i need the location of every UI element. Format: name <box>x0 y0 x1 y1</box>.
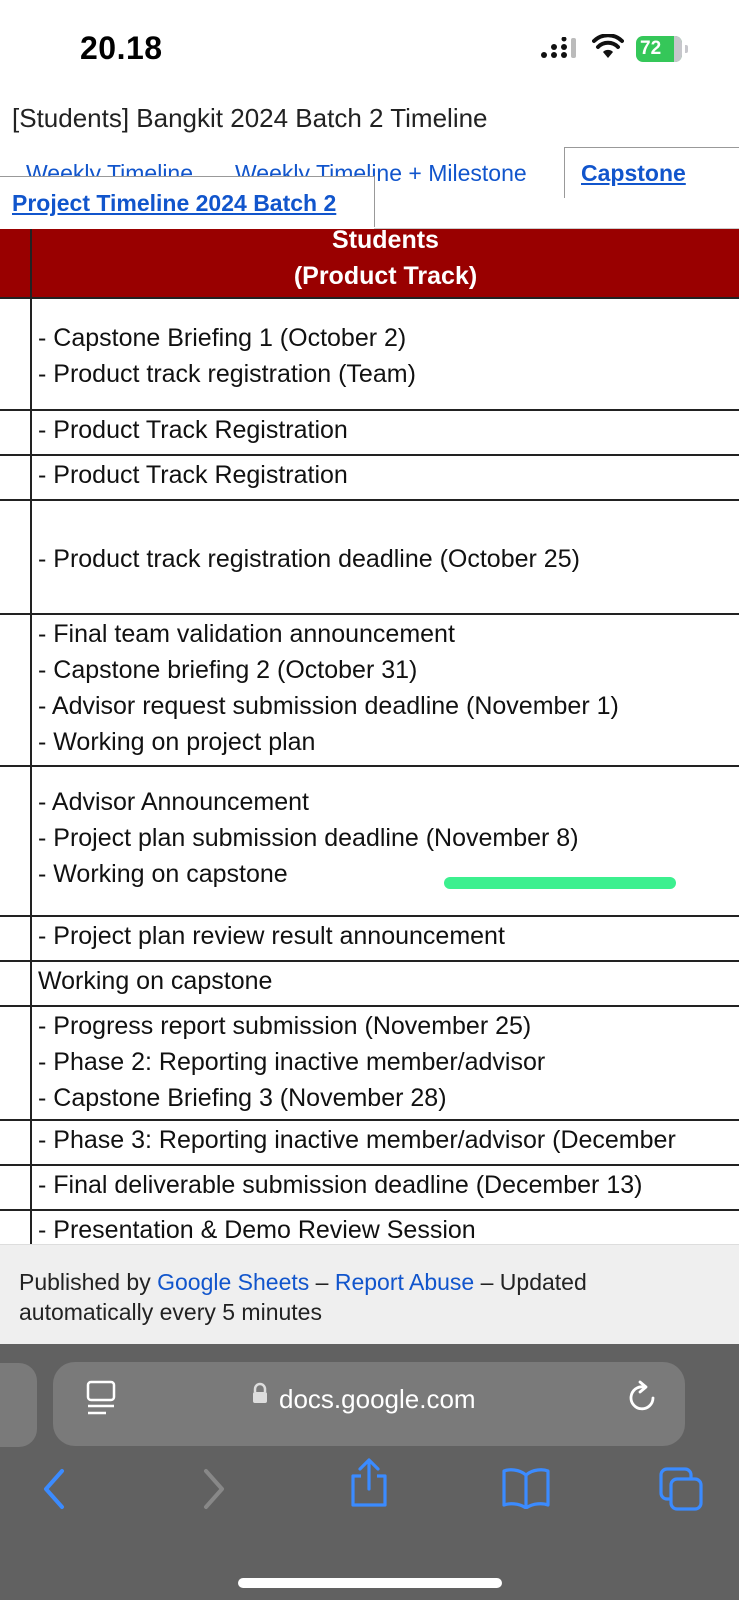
timeline-entry: - Advisor Announcement <box>38 788 309 816</box>
page-menu-icon[interactable] <box>86 1380 116 1416</box>
timeline-cell: - Product Track Registration <box>38 457 739 493</box>
row-label-cell <box>0 962 32 1005</box>
row-label-cell <box>0 501 32 613</box>
timeline-entry: - Product Track Registration <box>38 416 348 444</box>
timeline-cell: - Product track registration deadline (O… <box>38 541 739 577</box>
timeline-cell: - Advisor Announcement - Project plan sub… <box>38 784 739 892</box>
timeline-entry: - Capstone Briefing 1 (October 2) <box>38 324 407 352</box>
timeline-table: Students (Product Track) - Capstone Brie… <box>0 229 739 1244</box>
timeline-cell: - Presentation & Demo Review Session <box>38 1212 739 1244</box>
timeline-cell: - Progress report submission (November 2… <box>38 1008 739 1116</box>
previous-tab-preview[interactable] <box>0 1363 37 1447</box>
row-label-cell <box>0 615 32 765</box>
sheet-tabs: Weekly Timeline Weekly Timeline + Milest… <box>0 142 739 230</box>
table-row: - Product Track Registration <box>0 411 739 456</box>
table-row: - Advisor Announcement - Project plan sub… <box>0 767 739 917</box>
table-row: - Product Track Registration <box>0 456 739 501</box>
row-label-cell <box>0 1211 32 1244</box>
document-title: [Students] Bangkit 2024 Batch 2 Timeline <box>12 103 488 133</box>
back-icon[interactable] <box>40 1467 70 1511</box>
row-label-cell <box>0 1121 32 1164</box>
timeline-entry: - Project plan submission deadline (Nove… <box>38 824 579 852</box>
battery-level: 72 <box>640 38 662 59</box>
row-label-cell <box>0 1166 32 1209</box>
clock: 20.18 <box>80 30 163 66</box>
timeline-entry: - Progress report submission (November 2… <box>38 1012 532 1040</box>
timeline-cell: - Final team validation announcement - Ca… <box>38 616 739 760</box>
row-label-cell <box>0 917 32 960</box>
timeline-entry: - Project plan review result announcemen… <box>38 922 505 950</box>
row-label-cell <box>0 297 32 409</box>
row-label-cell <box>0 411 32 454</box>
timeline-entry: - Final deliverable submission deadline … <box>38 1171 643 1199</box>
browser-toolbar: docs.google.com <box>0 1344 739 1600</box>
timeline-cell: - Phase 3: Reporting inactive member/adv… <box>38 1122 739 1158</box>
row-label-cell <box>0 767 32 915</box>
timeline-entry: Working on capstone <box>38 967 273 995</box>
bookmarks-icon[interactable] <box>501 1467 551 1509</box>
battery-icon: 72 <box>636 36 688 62</box>
table-row: - Product track registration deadline (O… <box>0 501 739 615</box>
published-footer: Published by Google Sheets – Report Abus… <box>0 1244 739 1345</box>
wifi-icon <box>592 34 624 58</box>
share-icon[interactable] <box>348 1458 390 1508</box>
table-row: - Progress report submission (November 2… <box>0 1007 739 1121</box>
timeline-entry: - Product track registration (Team) <box>38 360 416 388</box>
table-row: - Capstone Briefing 1 (October 2) - Produ… <box>0 297 739 411</box>
table-row: - Project plan review result announcemen… <box>0 917 739 962</box>
timeline-entry: - Presentation & Demo Review Session <box>38 1216 476 1244</box>
timeline-cell: - Product Track Registration <box>38 412 739 448</box>
timeline-entry: - Working on project plan <box>38 728 316 756</box>
timeline-entry: - Capstone Briefing 3 (November 28) <box>38 1084 447 1112</box>
timeline-cell: Working on capstone <box>38 963 739 999</box>
cellular-signal-icon <box>541 37 576 58</box>
row-label-cell <box>0 456 32 499</box>
url-text[interactable]: docs.google.com <box>279 1384 476 1415</box>
lock-icon <box>253 1382 267 1403</box>
tabs-icon[interactable] <box>659 1467 705 1513</box>
highlighter-mark <box>444 877 676 889</box>
status-bar: 20.18 72 <box>0 0 739 100</box>
table-header: Students (Product Track) <box>0 229 739 299</box>
timeline-entry: - Advisor request submission deadline (N… <box>38 692 619 720</box>
google-sheets-link[interactable]: Google Sheets <box>157 1269 309 1295</box>
tab-capstone-project-timeline[interactable]: Capstone <box>581 160 686 187</box>
timeline-cell: - Capstone Briefing 1 (October 2) - Produ… <box>38 320 739 392</box>
table-row: - Final team validation announcement - Ca… <box>0 615 739 767</box>
row-label-cell <box>0 1007 32 1119</box>
tab-capstone-project-timeline-continued[interactable]: Project Timeline 2024 Batch 2 <box>12 190 336 217</box>
timeline-entry: - Phase 3: Reporting inactive member/adv… <box>38 1126 676 1154</box>
timeline-cell: - Project plan review result announcemen… <box>38 918 739 954</box>
column-header-students: Students (Product Track) <box>293 229 478 290</box>
report-abuse-link[interactable]: Report Abuse <box>335 1269 474 1295</box>
timeline-entry: - Product Track Registration <box>38 461 348 489</box>
timeline-cell: - Final deliverable submission deadline … <box>38 1167 739 1203</box>
timeline-entry: - Product track registration deadline (O… <box>38 545 580 573</box>
table-row: - Phase 3: Reporting inactive member/adv… <box>0 1121 739 1166</box>
timeline-entry: - Capstone briefing 2 (October 31) <box>38 656 418 684</box>
timeline-entry: - Final team validation announcement <box>38 620 455 648</box>
timeline-entry: - Phase 2: Reporting inactive member/adv… <box>38 1048 546 1076</box>
home-indicator[interactable] <box>238 1578 502 1588</box>
reload-icon[interactable] <box>626 1380 658 1414</box>
forward-icon[interactable] <box>198 1467 228 1511</box>
table-row: Working on capstone <box>0 962 739 1007</box>
table-row: - Presentation & Demo Review Session <box>0 1211 739 1244</box>
table-row: - Final deliverable submission deadline … <box>0 1166 739 1211</box>
